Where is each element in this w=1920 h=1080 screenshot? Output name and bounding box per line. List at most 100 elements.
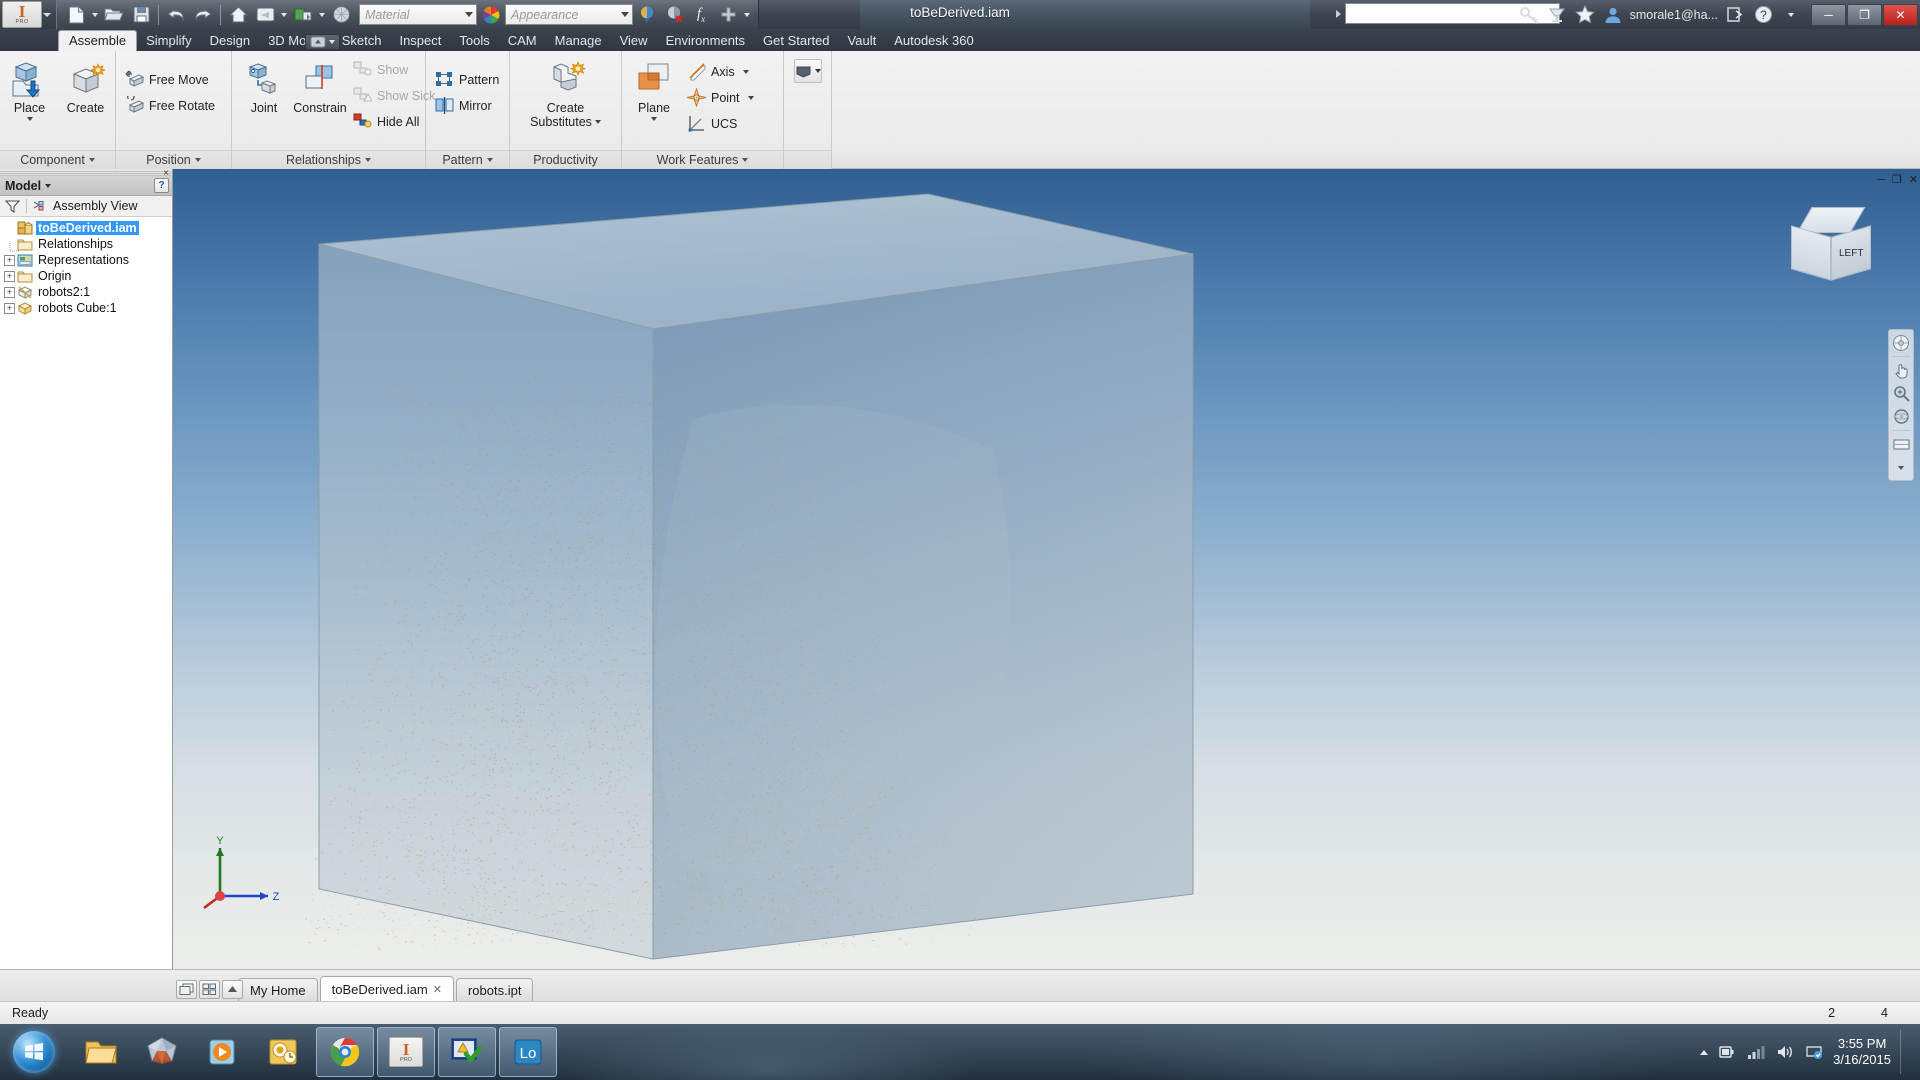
browser-title-caret-icon[interactable] (45, 183, 52, 188)
pan-icon[interactable] (1891, 361, 1911, 380)
window-maximize-button[interactable]: ❐ (1847, 3, 1882, 26)
point-dropdown-caret-icon[interactable] (747, 95, 754, 100)
ribbon-panel-position-title[interactable]: Position (116, 150, 231, 169)
browser-close-icon[interactable]: × (163, 168, 169, 179)
browser-help-button[interactable]: ? (154, 178, 169, 193)
open-file-icon[interactable] (101, 3, 127, 27)
model-tree[interactable]: toBeDerived.iam Relationships + Represen… (0, 217, 172, 969)
tree-item-relationships[interactable]: Relationships (0, 236, 172, 252)
new-file-icon[interactable] (63, 3, 89, 27)
qat-overflow-caret-icon[interactable] (742, 3, 752, 27)
show-hidden-icons-caret[interactable] (1700, 1049, 1709, 1055)
logitech-taskbar-icon[interactable]: Lo (499, 1027, 557, 1077)
user-account-icon[interactable] (1600, 2, 1626, 28)
help-icon[interactable]: ? (1750, 2, 1776, 28)
tab-sketch[interactable]: Sketch (333, 31, 391, 51)
panel-component-caret-icon[interactable] (88, 158, 95, 162)
sign-in-key-icon[interactable] (1516, 2, 1542, 28)
return-icon[interactable] (252, 3, 278, 27)
navbar-settings-caret-icon[interactable] (1891, 458, 1911, 477)
view-cube-side-face[interactable]: LEFT (1831, 225, 1871, 281)
appearance-sphere-icon[interactable] (328, 3, 354, 27)
return-dropdown-caret-icon[interactable] (279, 3, 289, 27)
tab-tools[interactable]: Tools (450, 31, 498, 51)
user-account-label[interactable]: smorale1@ha... (1628, 8, 1720, 22)
panel-pattern-caret-icon[interactable] (486, 158, 493, 162)
panel-relationships-caret-icon[interactable] (365, 158, 372, 162)
media-player-taskbar-icon[interactable] (194, 1027, 252, 1077)
tab-assemble[interactable]: Assemble (58, 30, 138, 51)
doc-tab-robots-ipt[interactable]: robots.ipt (455, 978, 534, 1001)
update-icon[interactable] (290, 3, 316, 27)
help-dropdown-caret-icon[interactable] (1778, 2, 1804, 28)
tab-simplify[interactable]: Simplify (137, 31, 201, 51)
browser-title[interactable]: Model (5, 179, 52, 193)
tab-view[interactable]: View (611, 31, 657, 51)
add-icon[interactable] (715, 3, 741, 27)
tree-item-robots-cube[interactable]: + robots Cube:1 (0, 300, 172, 316)
filter-funnel-icon[interactable] (4, 199, 21, 213)
axis-dropdown-caret-icon[interactable] (742, 69, 749, 74)
update-dropdown-caret-icon[interactable] (317, 3, 327, 27)
ribbon-panel-component-title[interactable]: Component (0, 150, 115, 169)
parameters-fx-icon[interactable]: fx (688, 3, 714, 27)
plane-dropdown-caret-icon[interactable] (651, 117, 657, 121)
clear-appearance-icon[interactable] (661, 3, 687, 27)
free-move-button[interactable]: Free Move (121, 67, 223, 92)
tab-design[interactable]: Design (201, 31, 259, 51)
show-desktop-button[interactable] (1900, 1030, 1908, 1074)
undo-icon[interactable] (163, 3, 189, 27)
taskbar-clock[interactable]: 3:55 PM 3/16/2015 (1833, 1036, 1891, 1068)
mirror-button[interactable]: Mirror (431, 93, 507, 118)
save-icon[interactable] (128, 3, 154, 27)
orbit-icon[interactable] (1891, 407, 1911, 426)
tab-get-started[interactable]: Get Started (754, 31, 838, 51)
appearance-combo[interactable]: Appearance (505, 4, 633, 25)
tab-environments[interactable]: Environments (657, 31, 754, 51)
graphics-viewport[interactable]: ─ ❐ ✕ Y Z LEFT (173, 169, 1920, 969)
tab-inspect[interactable]: Inspect (390, 31, 450, 51)
tree-item-representations[interactable]: + Representations (0, 252, 172, 268)
joint-button[interactable]: Joint (237, 55, 291, 116)
constrain-button[interactable]: Constrain (293, 55, 347, 116)
assembly-view-selector[interactable]: Assembly View (33, 199, 138, 213)
tree-item-robots2[interactable]: + robots2:1 (0, 284, 172, 300)
battery-tray-icon[interactable] (1717, 1042, 1737, 1062)
tab-cam[interactable]: CAM (499, 31, 546, 51)
tree-expander-robots-cube[interactable]: + (4, 302, 15, 314)
ribbon-panel-work-features-title[interactable]: Work Features (622, 150, 783, 169)
tile-windows-icon[interactable] (199, 980, 220, 999)
axis-button[interactable]: Axis (683, 59, 762, 84)
new-file-dropdown-caret-icon[interactable] (90, 3, 100, 27)
free-rotate-button[interactable]: Free Rotate (121, 93, 223, 118)
autodesk-exchange-icon[interactable] (1544, 2, 1570, 28)
full-navigation-wheel-icon[interactable] (1891, 333, 1911, 352)
volume-tray-icon[interactable] (1775, 1042, 1795, 1062)
ribbon-sync-caret-icon[interactable] (328, 40, 335, 44)
windows-explorer-taskbar-icon[interactable] (72, 1027, 130, 1077)
more-panels-caret-icon[interactable] (814, 69, 821, 73)
create-substitutes-button[interactable]: Create Substitutes (523, 55, 608, 130)
doc-tab-tobederived-iam[interactable]: toBeDerived.iam ✕ (319, 976, 454, 1001)
scroll-tabs-icon[interactable] (222, 980, 243, 999)
tab-autodesk-360[interactable]: Autodesk 360 (885, 31, 983, 51)
polyhedron-app-taskbar-icon[interactable] (133, 1027, 191, 1077)
adjust-appearance-icon[interactable] (634, 3, 660, 27)
create-substitutes-dropdown-caret-icon[interactable] (594, 120, 601, 124)
appearance-dropdown-caret-icon[interactable] (621, 12, 629, 17)
ribbon-sync-chip[interactable] (304, 34, 340, 50)
chrome-taskbar-icon[interactable] (316, 1027, 374, 1077)
view-cube[interactable]: LEFT (1790, 207, 1872, 289)
inventor-taskbar-icon[interactable]: I PRO (377, 1027, 435, 1077)
start-button[interactable] (2, 1026, 66, 1078)
application-menu-caret-icon[interactable] (43, 13, 51, 17)
tree-expander-robots2[interactable]: + (4, 286, 15, 298)
search-expand-caret-icon[interactable] (1336, 9, 1341, 18)
ribbon-panel-pattern-title[interactable]: Pattern (426, 150, 509, 169)
home-icon[interactable] (225, 3, 251, 27)
look-at-icon[interactable] (1891, 435, 1911, 454)
pattern-button[interactable]: Pattern (431, 67, 507, 92)
browser-drag-grip[interactable]: × (0, 168, 172, 179)
tree-item-origin[interactable]: + Origin (0, 268, 172, 284)
create-component-button[interactable]: Create (59, 55, 113, 116)
